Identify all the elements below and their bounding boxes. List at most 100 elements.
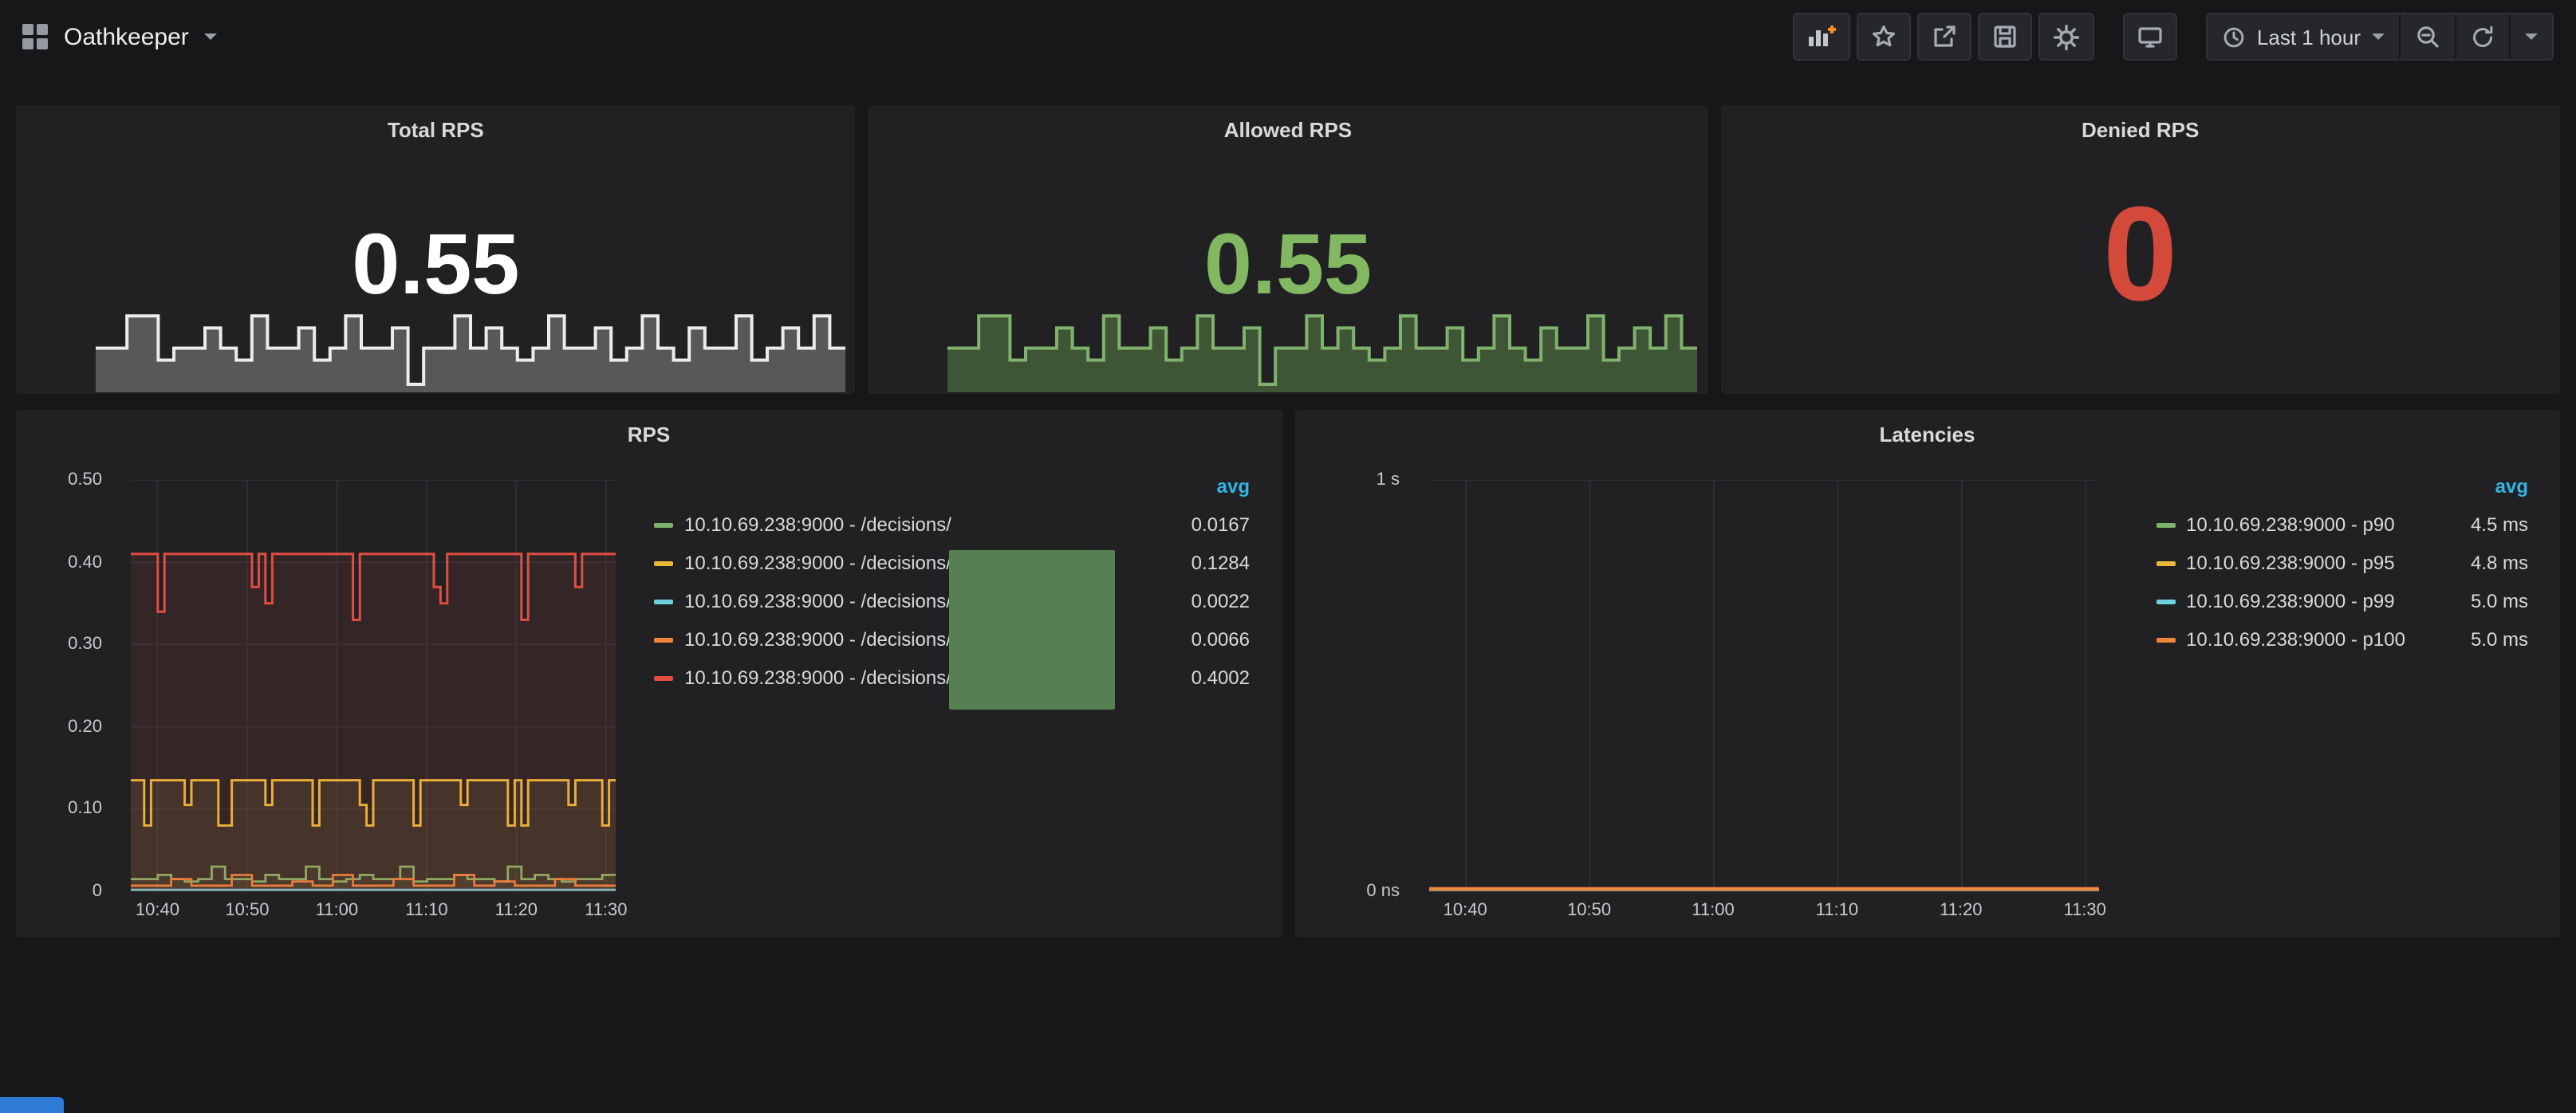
series-color-swatch[interactable] xyxy=(2156,522,2175,527)
series-avg-value: 0.0066 xyxy=(1176,628,1250,651)
series-avg-value: 5.0 ms xyxy=(2455,590,2528,612)
refresh-icon xyxy=(2471,25,2495,49)
panel-title[interactable]: Allowed RPS xyxy=(869,118,1708,142)
rps-x-axis: 10:40 10:50 11:00 11:10 11:20 11:30 xyxy=(131,901,616,923)
series-avg-value: 4.5 ms xyxy=(2455,513,2528,536)
star-icon xyxy=(1871,24,1897,49)
panel-title[interactable]: Denied RPS xyxy=(1720,118,2560,142)
time-controls: Last 1 hour xyxy=(2206,13,2554,61)
y-tick: 0.40 xyxy=(68,553,102,572)
latencies-chart-area[interactable] xyxy=(1428,480,2098,891)
panel-allowed-rps: Allowed RPS 0.55 xyxy=(869,105,1708,394)
series-color-swatch[interactable] xyxy=(2156,637,2175,642)
zoom-out-time-button[interactable] xyxy=(2401,14,2455,59)
star-dashboard-button[interactable] xyxy=(1857,13,1911,61)
x-tick: 11:10 xyxy=(1816,901,1858,920)
share-dashboard-button[interactable] xyxy=(1917,13,1971,61)
y-tick: 0 xyxy=(93,882,102,901)
series-label[interactable]: 10.10.69.238:9000 - /decisions/ xyxy=(684,667,951,689)
series-color-swatch[interactable] xyxy=(654,637,673,642)
y-tick: 0.20 xyxy=(68,718,102,737)
panel-title[interactable]: Latencies xyxy=(1294,423,2560,446)
charts-row: RPS 0.50 0.40 0.30 0.20 0.10 0 10:40 10:… xyxy=(16,410,2560,938)
total-rps-value: 0.55 xyxy=(16,105,856,394)
add-panel-button[interactable] xyxy=(1793,13,1850,61)
series-avg-value: 4.8 ms xyxy=(2455,552,2528,574)
series-label[interactable]: 10.10.69.238:9000 - p95 xyxy=(2186,552,2395,574)
refresh-button[interactable] xyxy=(2456,14,2509,59)
series-label[interactable]: 10.10.69.238:9000 - p100 xyxy=(2186,628,2405,651)
x-tick: 10:40 xyxy=(1444,901,1487,920)
legend-avg-header[interactable]: avg xyxy=(2156,474,2528,505)
time-range-label: Last 1 hour xyxy=(2257,25,2361,49)
y-tick: 0.50 xyxy=(68,470,102,490)
stats-row: Total RPS 0.55 Allowed RPS 0.55 Denied R… xyxy=(16,105,2560,394)
x-tick: 11:30 xyxy=(585,901,627,920)
series-label[interactable]: 10.10.69.238:9000 - p90 xyxy=(2186,513,2395,536)
x-tick: 11:00 xyxy=(316,901,358,920)
series-avg-value: 0.4002 xyxy=(1176,667,1250,689)
grafana-dashboard: Oathkeeper xyxy=(0,0,2576,1113)
share-icon xyxy=(1932,24,1957,49)
dashboard-title[interactable]: Oathkeeper xyxy=(64,23,189,50)
x-tick: 11:30 xyxy=(2063,901,2105,920)
x-tick: 10:40 xyxy=(136,901,179,920)
panel-denied-rps: Denied RPS 0 xyxy=(1720,105,2560,394)
latencies-x-axis: 10:40 10:50 11:00 11:10 11:20 11:30 xyxy=(1428,901,2098,923)
dashboard-settings-button[interactable] xyxy=(2038,13,2094,61)
dashboards-grid-icon[interactable] xyxy=(22,24,48,49)
legend-row[interactable]: 10.10.69.238:9000 - p99 5.0 ms xyxy=(2156,582,2528,620)
save-icon xyxy=(1992,24,2018,49)
series-label[interactable]: 10.10.69.238:9000 - /decisions/ xyxy=(684,628,951,651)
x-tick: 10:50 xyxy=(225,901,269,920)
legend-row[interactable]: 10.10.69.238:9000 - /decisions/ 0.0167 xyxy=(654,505,1250,544)
series-color-swatch[interactable] xyxy=(2156,599,2175,604)
refresh-interval-dropdown[interactable] xyxy=(2511,14,2552,59)
rps-chart-area[interactable] xyxy=(131,480,616,891)
series-color-swatch[interactable] xyxy=(654,522,673,527)
save-dashboard-button[interactable] xyxy=(1978,13,2032,61)
series-color-swatch[interactable] xyxy=(654,560,673,565)
series-label[interactable]: 10.10.69.238:9000 - p99 xyxy=(2186,590,2395,612)
tv-kiosk-mode-button[interactable] xyxy=(2123,13,2177,61)
green-overlay-box xyxy=(949,550,1115,710)
panel-rps: RPS 0.50 0.40 0.30 0.20 0.10 0 10:40 10:… xyxy=(16,410,1282,938)
clock-icon xyxy=(2222,25,2246,49)
denied-rps-value: 0 xyxy=(1720,105,2560,394)
add-panel-icon xyxy=(1807,24,1836,49)
series-color-swatch[interactable] xyxy=(2156,560,2175,565)
legend-avg-header[interactable]: avg xyxy=(654,474,1250,505)
series-label[interactable]: 10.10.69.238:9000 - /decisions/ xyxy=(684,590,951,612)
blue-corner-artifact xyxy=(0,1097,64,1113)
series-avg-value: 0.0022 xyxy=(1176,590,1250,612)
y-tick: 1 s xyxy=(1377,470,1400,490)
x-tick: 10:50 xyxy=(1567,901,1611,920)
series-color-swatch[interactable] xyxy=(654,599,673,604)
series-avg-value: 0.1284 xyxy=(1176,552,1250,574)
legend-row[interactable]: 10.10.69.238:9000 - p90 4.5 ms xyxy=(2156,505,2528,544)
x-tick: 11:20 xyxy=(495,901,538,920)
dashboard-picker-caret-icon[interactable] xyxy=(205,33,218,40)
series-avg-value: 0.0167 xyxy=(1176,513,1250,536)
latencies-legend: avg 10.10.69.238:9000 - p90 4.5 ms 10.10… xyxy=(2156,474,2528,659)
legend-row[interactable]: 10.10.69.238:9000 - p100 5.0 ms xyxy=(2156,620,2528,659)
time-range-caret-icon xyxy=(2372,33,2385,40)
panel-latencies: Latencies 1 s 0 ns 10:40 10:50 11:00 11:… xyxy=(1294,410,2560,938)
navbar: Oathkeeper xyxy=(0,0,2576,73)
x-tick: 11:20 xyxy=(1940,901,1982,920)
legend-row[interactable]: 10.10.69.238:9000 - p95 4.8 ms xyxy=(2156,544,2528,582)
panel-title[interactable]: RPS xyxy=(16,423,1282,446)
x-tick: 11:00 xyxy=(1692,901,1734,920)
latencies-y-axis: 1 s 0 ns xyxy=(1294,480,1416,891)
series-label[interactable]: 10.10.69.238:9000 - /decisions/ xyxy=(684,513,951,536)
series-label[interactable]: 10.10.69.238:9000 - /decisions/ xyxy=(684,552,951,574)
series-avg-value: 5.0 ms xyxy=(2455,628,2528,651)
monitor-icon xyxy=(2137,24,2163,49)
x-tick: 11:10 xyxy=(405,901,447,920)
y-tick: 0 ns xyxy=(1366,882,1400,901)
panel-title[interactable]: Total RPS xyxy=(16,118,856,142)
series-color-swatch[interactable] xyxy=(654,675,673,680)
zoom-out-icon xyxy=(2415,24,2440,49)
time-range-picker[interactable]: Last 1 hour xyxy=(2208,14,2399,59)
rps-y-axis: 0.50 0.40 0.30 0.20 0.10 0 xyxy=(16,480,118,891)
